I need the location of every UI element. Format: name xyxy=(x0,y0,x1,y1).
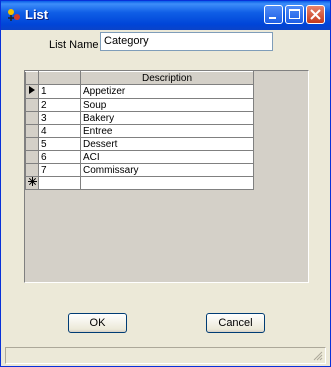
row-description-cell[interactable]: Appetizer xyxy=(80,84,254,99)
list-name-input[interactable]: Category xyxy=(100,32,273,51)
column-header-description[interactable]: Description xyxy=(80,71,254,85)
row-selector[interactable] xyxy=(25,98,39,112)
row-selector[interactable] xyxy=(25,84,39,99)
row-selector[interactable] xyxy=(25,163,39,177)
minimize-icon xyxy=(269,17,276,19)
list-name-label: List Name xyxy=(49,39,99,51)
minimize-button[interactable] xyxy=(264,5,283,24)
maximize-icon xyxy=(289,9,300,19)
table-row[interactable]: 6 ACI xyxy=(25,150,254,164)
column-header-id[interactable] xyxy=(38,71,81,85)
resize-grip-icon[interactable] xyxy=(313,351,323,361)
cancel-button-label: Cancel xyxy=(218,317,253,329)
table-row[interactable]: 7 Commissary xyxy=(25,163,254,177)
title-bar[interactable]: List xyxy=(1,1,330,30)
list-window: List List Name Category Description 1 Ap xyxy=(0,0,331,367)
window-title: List xyxy=(25,7,49,22)
grid-header-row: Description xyxy=(25,71,254,85)
grid-table: Description 1 Appetizer 2 Soup 3 Bakery xyxy=(25,71,254,190)
row-id-cell[interactable]: 4 xyxy=(38,124,81,138)
row-description-cell[interactable]: Soup xyxy=(80,98,254,112)
row-description-cell[interactable]: Dessert xyxy=(80,137,254,151)
row-description-cell[interactable]: Entree xyxy=(80,124,254,138)
row-selector[interactable] xyxy=(25,176,39,190)
close-icon xyxy=(310,9,321,20)
maximize-button[interactable] xyxy=(285,5,304,24)
new-row-id-cell[interactable] xyxy=(38,176,81,190)
app-icon xyxy=(8,9,20,21)
row-selector[interactable] xyxy=(25,111,39,125)
row-id-cell[interactable]: 2 xyxy=(38,98,81,112)
table-row[interactable]: 3 Bakery xyxy=(25,111,254,125)
ok-button-label: OK xyxy=(89,317,106,329)
row-description-cell[interactable]: Commissary xyxy=(80,163,254,177)
arrow-right-icon xyxy=(29,86,35,94)
table-row[interactable]: 5 Dessert xyxy=(25,137,254,151)
close-button[interactable] xyxy=(306,5,325,24)
row-selector[interactable] xyxy=(25,150,39,164)
table-row[interactable]: 1 Appetizer xyxy=(25,84,254,99)
row-id-cell[interactable]: 7 xyxy=(38,163,81,177)
row-description-cell[interactable]: ACI xyxy=(80,150,254,164)
row-selector[interactable] xyxy=(25,124,39,138)
status-bar xyxy=(5,347,326,364)
table-row[interactable]: 4 Entree xyxy=(25,124,254,138)
row-id-cell[interactable]: 6 xyxy=(38,150,81,164)
cancel-button[interactable]: Cancel xyxy=(206,313,265,333)
new-row-description-cell[interactable] xyxy=(80,176,254,190)
ok-button[interactable]: OK xyxy=(68,313,127,333)
asterisk-icon xyxy=(27,177,37,186)
grid-corner-cell[interactable] xyxy=(25,71,39,85)
row-id-cell[interactable]: 3 xyxy=(38,111,81,125)
new-row[interactable] xyxy=(25,176,254,190)
data-grid[interactable]: Description 1 Appetizer 2 Soup 3 Bakery xyxy=(24,70,309,283)
row-selector[interactable] xyxy=(25,137,39,151)
row-id-cell[interactable]: 1 xyxy=(38,84,81,99)
row-id-cell[interactable]: 5 xyxy=(38,137,81,151)
table-row[interactable]: 2 Soup xyxy=(25,98,254,112)
row-description-cell[interactable]: Bakery xyxy=(80,111,254,125)
